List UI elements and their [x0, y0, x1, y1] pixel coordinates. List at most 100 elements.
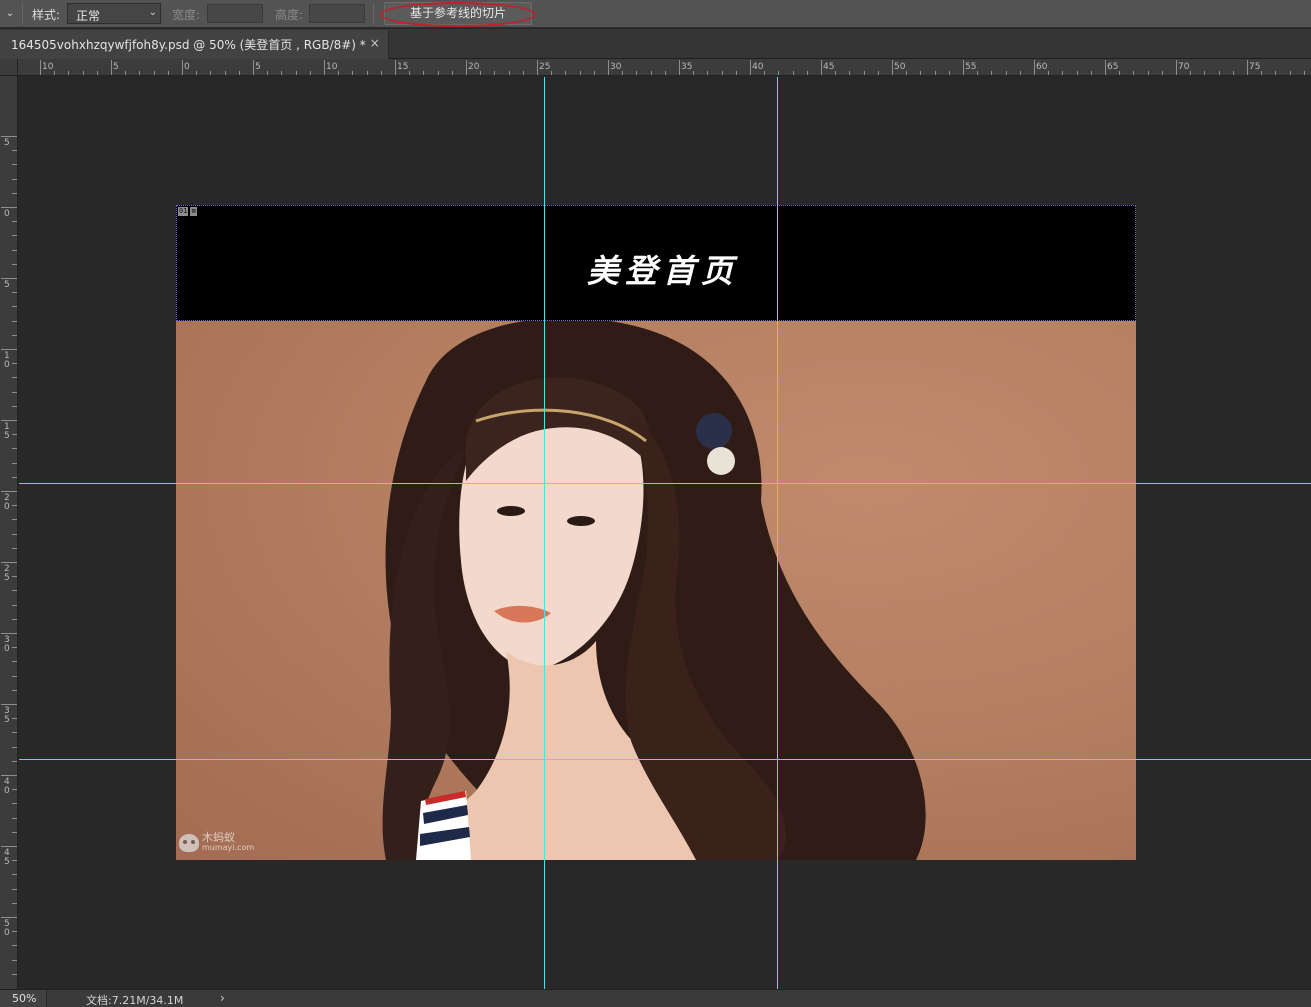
ruler-tick: [466, 60, 467, 75]
height-label: 高度:: [275, 8, 304, 22]
ruler-tick: [253, 60, 254, 75]
ruler-minor-tick: [778, 71, 780, 75]
ruler-tick: [1, 633, 17, 634]
ruler-label: 1 5: [4, 422, 10, 441]
style-select[interactable]: 正常 ⌄: [67, 3, 161, 24]
height-field[interactable]: [309, 4, 365, 23]
ruler-tick: [750, 60, 751, 75]
ruler-minor-tick: [934, 71, 936, 75]
ruler-label: 10: [42, 62, 54, 72]
ruler-tick: [1, 775, 17, 776]
ruler-minor-tick: [12, 235, 17, 237]
portrait-illustration: [382, 321, 926, 860]
ruler-minor-tick: [12, 860, 17, 862]
vertical-guide[interactable]: [544, 77, 545, 989]
ruler-minor-tick: [68, 71, 70, 75]
ruler-tick: [537, 60, 538, 75]
horizontal-ruler[interactable]: 10 5 0 5 10 15 20 25 30 35 40 45 50 55 60 65 70 75: [18, 59, 1311, 76]
ruler-minor-tick: [764, 71, 766, 75]
style-label: 样式:: [32, 8, 61, 22]
ruler-minor-tick: [1190, 71, 1192, 75]
ruler-minor-tick: [1161, 71, 1163, 75]
ruler-minor-tick: [12, 334, 17, 336]
width-field[interactable]: [207, 4, 263, 23]
document-tab-title: 164505vohxhzqywfjfoh8y.psd @ 50% (美登首页 ,…: [11, 38, 366, 52]
width-label: 宽度:: [172, 8, 201, 22]
ruler-label: 75: [1249, 62, 1261, 72]
ruler-minor-tick: [12, 874, 17, 876]
canvas-workspace[interactable]: 01 ⊠ 美登首页 木蚂蚁 mumayi.com: [19, 77, 1311, 989]
ruler-minor-tick: [1090, 71, 1092, 75]
ruler-minor-tick: [1019, 71, 1021, 75]
ruler-minor-tick: [451, 71, 453, 75]
ruler-origin[interactable]: [0, 59, 18, 76]
ruler-minor-tick: [12, 973, 17, 975]
ruler-tick: [892, 60, 893, 75]
ruler-label: 60: [1036, 62, 1048, 72]
ruler-minor-tick: [1232, 71, 1234, 75]
vertical-guide[interactable]: [777, 77, 778, 989]
divider: [373, 3, 374, 25]
ruler-minor-tick: [12, 945, 17, 947]
ruler-label: 0: [184, 62, 190, 72]
ruler-tick: [1176, 60, 1177, 75]
ruler-minor-tick: [12, 391, 17, 393]
ruler-minor-tick: [12, 547, 17, 549]
ruler-minor-tick: [622, 71, 624, 75]
close-icon[interactable]: ×: [370, 36, 380, 50]
ruler-label: 10: [326, 62, 338, 72]
ruler-label: 45: [823, 62, 835, 72]
model-photo: 木蚂蚁 mumayi.com: [176, 321, 1136, 860]
ruler-minor-tick: [1261, 71, 1263, 75]
ruler-minor-tick: [12, 434, 17, 436]
ruler-minor-tick: [409, 71, 411, 75]
vertical-ruler[interactable]: 5 0 5 1 0 1 5 2 0 2 5 3 0 3 5 4 0 4 5 5 0: [0, 76, 18, 989]
photoshop-window: ⌄ 样式: 正常 ⌄ 宽度: 高度: 基于参考线的切片 164505vohxhz…: [0, 0, 1311, 1007]
ruler-minor-tick: [1048, 71, 1050, 75]
ruler-tick: [111, 60, 112, 75]
ruler-minor-tick: [167, 71, 169, 75]
ruler-minor-tick: [295, 71, 297, 75]
ruler-minor-tick: [12, 689, 17, 691]
zoom-level[interactable]: 50%: [0, 990, 47, 1007]
document-canvas[interactable]: 01 ⊠ 美登首页 木蚂蚁 mumayi.com: [176, 205, 1136, 860]
ruler-minor-tick: [1076, 71, 1078, 75]
ruler-minor-tick: [12, 732, 17, 734]
ruler-minor-tick: [12, 959, 17, 961]
ruler-minor-tick: [96, 71, 98, 75]
ruler-minor-tick: [1275, 71, 1277, 75]
ruler-minor-tick: [12, 746, 17, 748]
ruler-tick: [1, 278, 17, 279]
ruler-label: 0: [4, 209, 10, 219]
ruler-minor-tick: [366, 71, 368, 75]
ruler-label: 15: [397, 62, 409, 72]
divider: [22, 3, 23, 25]
horizontal-guide[interactable]: [19, 483, 1311, 484]
document-tab[interactable]: 164505vohxhzqywfjfoh8y.psd @ 50% (美登首页 ,…: [0, 30, 389, 59]
horizontal-guide[interactable]: [19, 759, 1311, 760]
ruler-minor-tick: [1147, 71, 1149, 75]
ruler-tick: [324, 60, 325, 75]
ruler-minor-tick: [12, 718, 17, 720]
header-title: 美登首页: [587, 252, 740, 290]
ruler-minor-tick: [238, 71, 240, 75]
ruler-tick: [1105, 60, 1106, 75]
ruler-minor-tick: [12, 476, 17, 478]
slices-from-guides-button[interactable]: 基于参考线的切片: [384, 2, 532, 25]
ruler-minor-tick: [906, 71, 908, 75]
chevron-right-icon[interactable]: ›: [220, 991, 225, 1005]
ruler-tick: [1, 562, 17, 563]
document-tab-bar: 164505vohxhzqywfjfoh8y.psd @ 50% (美登首页 ,…: [0, 29, 1311, 59]
ruler-minor-tick: [12, 519, 17, 521]
header-slice[interactable]: 01 ⊠ 美登首页: [176, 205, 1136, 321]
ruler-label: 2 5: [4, 564, 10, 583]
ruler-tick: [679, 60, 680, 75]
tool-preset-chevron-icon[interactable]: ⌄: [2, 5, 18, 22]
ruler-minor-tick: [380, 71, 382, 75]
ruler-minor-tick: [579, 71, 581, 75]
ruler-minor-tick: [12, 931, 17, 933]
ruler-minor-tick: [1133, 71, 1135, 75]
ruler-minor-tick: [508, 71, 510, 75]
ruler-minor-tick: [153, 71, 155, 75]
ruler-minor-tick: [522, 71, 524, 75]
